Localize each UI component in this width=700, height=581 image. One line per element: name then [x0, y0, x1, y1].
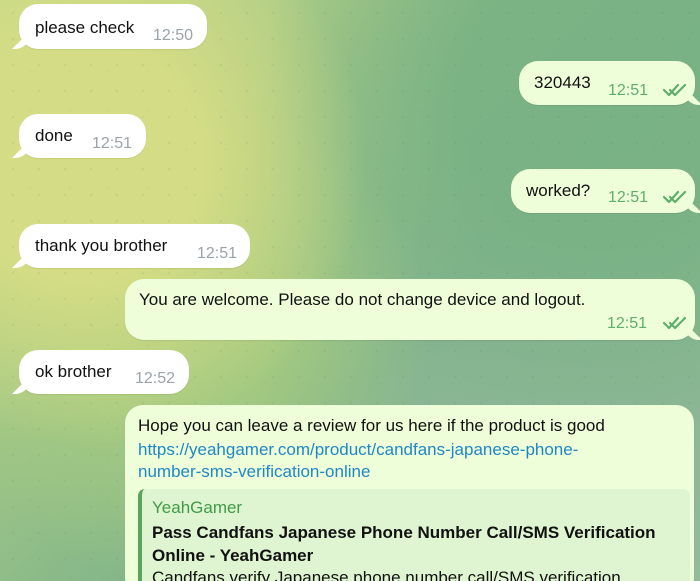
link-preview-card[interactable]: YeahGamer Pass Candfans Japanese Phone N…: [138, 489, 690, 581]
double-check-icon: [662, 189, 687, 205]
preview-title: Pass Candfans Japanese Phone Number Call…: [152, 521, 677, 567]
incoming-message-bubble: ok brother 12:52: [19, 350, 189, 394]
message-time: 12:51: [197, 245, 238, 262]
message-time: 12:51: [608, 82, 649, 99]
outgoing-message-bubble: worked? 12:51: [511, 169, 695, 213]
preview-description: Candfans verify Japanese phone number ca…: [152, 568, 621, 581]
message-text: done: [35, 126, 73, 145]
preview-title-line: Online - YeahGamer: [152, 546, 314, 565]
message-time: 12:51: [607, 315, 648, 332]
preview-title-line: Pass Candfans Japanese Phone Number Call…: [152, 523, 656, 542]
message-text: please check: [35, 18, 135, 37]
outgoing-message-bubble: You are welcome. Please do not change de…: [125, 279, 695, 340]
message-text: ok brother: [35, 362, 112, 381]
outgoing-message-bubble: 320443 12:51: [519, 61, 695, 105]
incoming-message-bubble: done 12:51: [19, 114, 146, 158]
message-text: You are welcome. Please do not change de…: [139, 290, 586, 309]
review-message-text: Hope you can leave a review for us here …: [138, 416, 605, 435]
message-time: 12:52: [135, 370, 176, 387]
message-text: worked?: [526, 181, 591, 200]
preview-site-name: YeahGamer: [152, 498, 243, 517]
message-time: 12:50: [153, 27, 194, 44]
message-text: thank you brother: [35, 236, 168, 255]
incoming-message-bubble: please check 12:50: [19, 4, 207, 49]
message-time: 12:51: [608, 189, 649, 206]
product-link-line: number-sms-verification-online: [138, 462, 371, 481]
review-request-message: Hope you can leave a review for us here …: [125, 405, 694, 581]
incoming-message-bubble: thank you brother 12:51: [19, 224, 250, 268]
double-check-icon: [662, 82, 687, 98]
product-link[interactable]: https://yeahgamer.com/product/candfans-j…: [138, 439, 638, 483]
double-check-icon: [662, 315, 687, 331]
product-link-line: https://yeahgamer.com/product/candfans-j…: [138, 440, 579, 459]
message-text: 320443: [534, 73, 591, 92]
message-time: 12:51: [92, 135, 133, 152]
chat-wallpaper: please check 12:50 320443 12:51 done 12:…: [0, 0, 700, 581]
